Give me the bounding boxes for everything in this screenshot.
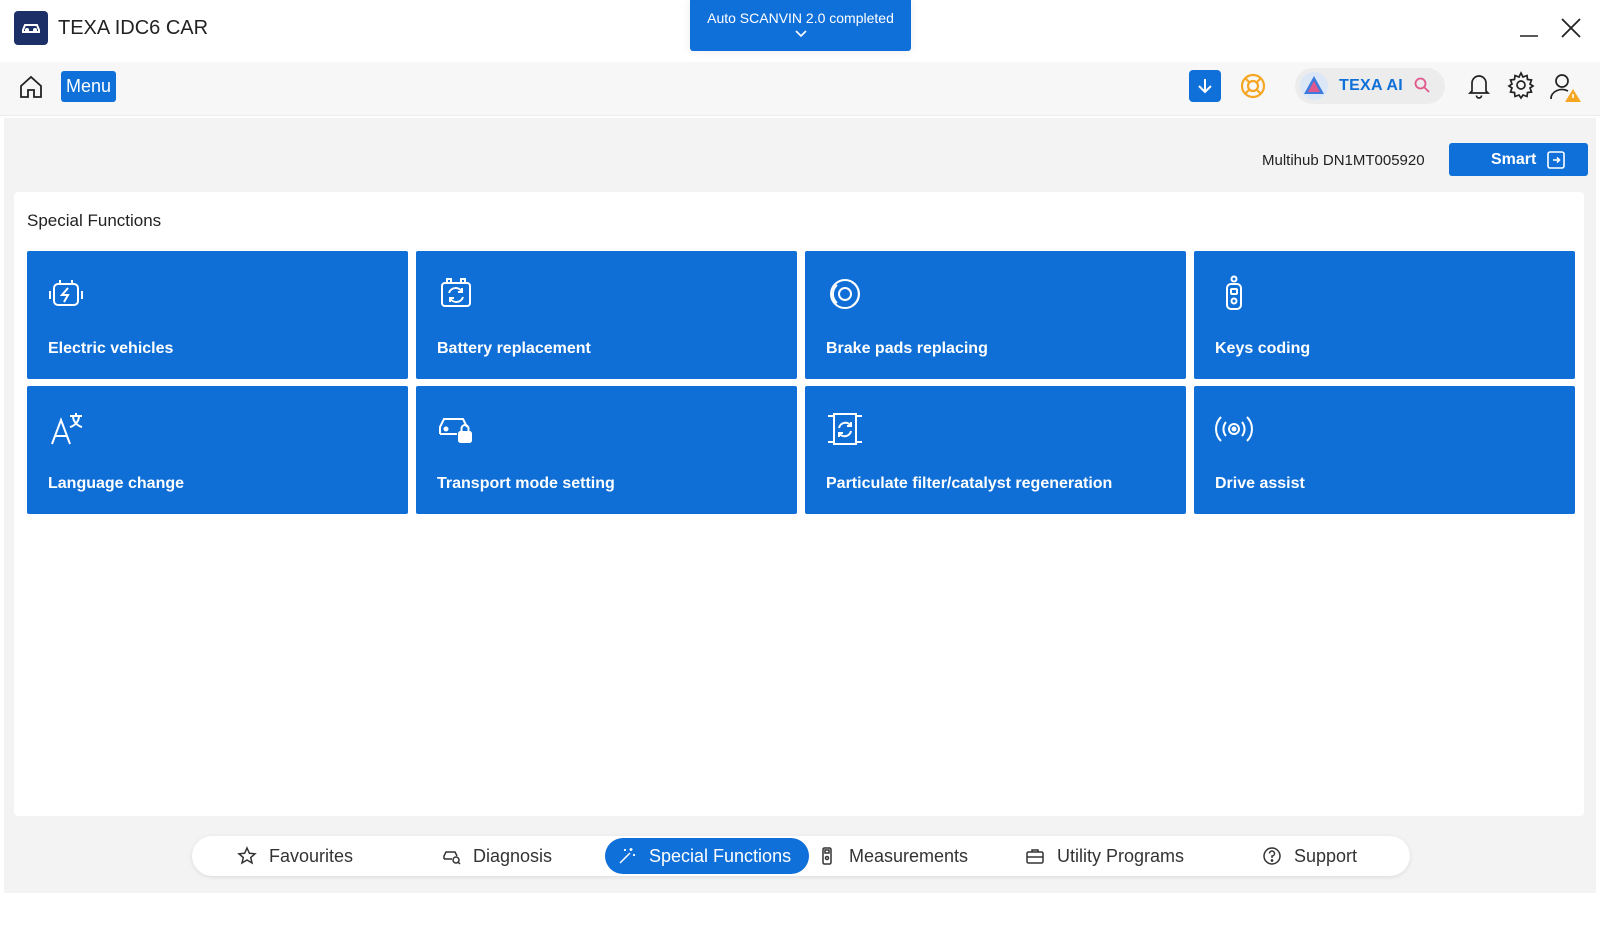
scanvin-banner-text: Auto SCANVIN 2.0 completed — [707, 10, 894, 26]
nav-label: Support — [1294, 845, 1358, 866]
smart-connect-icon — [1547, 151, 1565, 169]
multimeter-icon — [822, 847, 832, 865]
electric-vehicle-icon — [49, 280, 83, 306]
toolbox-icon — [1026, 849, 1044, 864]
app-logo-icon — [14, 11, 48, 45]
nav-utility-programs[interactable]: Utility Programs — [1025, 838, 1184, 874]
tile-label: Keys coding — [1215, 340, 1311, 357]
smart-button[interactable]: Smart — [1449, 143, 1588, 176]
magic-wand-icon — [619, 848, 635, 864]
tile-battery-replacement[interactable]: Battery replacement — [416, 251, 797, 379]
car-key-icon — [1226, 275, 1242, 310]
nav-favourites[interactable]: Favourites — [237, 838, 353, 874]
language-icon — [51, 413, 83, 445]
scanvin-banner[interactable]: Auto SCANVIN 2.0 completed — [690, 0, 911, 51]
nav-label: Diagnosis — [473, 845, 553, 866]
tile-brake-pads-replacing[interactable]: Brake pads replacing — [805, 251, 1186, 379]
home-icon[interactable] — [16, 72, 46, 102]
nav-label: Special Functions — [649, 845, 792, 866]
drive-assist-icon — [1215, 416, 1253, 442]
tile-label: Electric vehicles — [48, 340, 174, 357]
lifebuoy-icon[interactable] — [1238, 71, 1268, 101]
tile-transport-mode-setting[interactable]: Transport mode setting — [416, 386, 797, 514]
bottom-nav: Favourites Diagnosis Special Functions M… — [192, 836, 1410, 876]
battery-icon — [441, 278, 471, 307]
smart-button-label: Smart — [1491, 151, 1537, 168]
tile-label: Drive assist — [1215, 475, 1305, 492]
title-bar: TEXA IDC6 CAR Auto SCANVIN 2.0 completed — [0, 0, 1600, 54]
chevron-down-icon — [794, 30, 807, 38]
nav-label: Measurements — [849, 845, 969, 866]
section-title: Special Functions — [27, 211, 162, 230]
nav-special-functions[interactable]: Special Functions — [605, 838, 810, 874]
nav-diagnosis[interactable]: Diagnosis — [441, 838, 552, 874]
arrow-down-icon — [1198, 79, 1212, 94]
tile-label: Battery replacement — [437, 340, 591, 357]
tile-particulate-filter-regeneration[interactable]: Particulate filter/catalyst regeneration — [805, 386, 1186, 514]
minimize-button[interactable] — [1518, 20, 1540, 42]
bell-icon[interactable] — [1464, 70, 1494, 100]
texa-ai-search[interactable]: TEXA AI — [1295, 68, 1445, 104]
close-button[interactable] — [1559, 16, 1583, 40]
tile-drive-assist[interactable]: Drive assist — [1194, 386, 1575, 514]
help-icon — [1263, 847, 1281, 865]
menu-button[interactable]: Menu — [61, 71, 117, 102]
device-label: Multihub DN1MT005920 — [1262, 152, 1425, 169]
texa-ai-label: TEXA AI — [1339, 77, 1404, 94]
toolbar: Menu TEXA AI — [0, 62, 1600, 116]
search-icon — [1414, 77, 1430, 93]
nav-label: Utility Programs — [1057, 845, 1185, 866]
brake-pad-icon — [830, 279, 860, 309]
gear-icon[interactable] — [1506, 70, 1536, 100]
tile-label: Particulate filter/catalyst regeneration — [826, 475, 1113, 492]
filter-regeneration-icon — [828, 413, 862, 445]
car-diagnosis-icon — [443, 851, 461, 865]
app-title: TEXA IDC6 CAR — [58, 17, 209, 39]
user-warning-icon[interactable] — [1548, 70, 1582, 104]
nav-support[interactable]: Support — [1262, 838, 1357, 874]
nav-label: Favourites — [269, 845, 354, 866]
tile-language-change[interactable]: Language change — [27, 386, 408, 514]
transport-mode-icon — [439, 418, 472, 443]
tile-label: Brake pads replacing — [826, 340, 988, 357]
tile-label: Language change — [48, 475, 185, 492]
nav-measurements[interactable]: Measurements — [817, 838, 968, 874]
star-icon — [237, 846, 257, 865]
texa-ai-logo-icon — [1300, 72, 1328, 100]
app-window: TEXA IDC6 CAR Auto SCANVIN 2.0 completed… — [0, 0, 1600, 949]
tile-electric-vehicles[interactable]: Electric vehicles — [27, 251, 408, 379]
tile-label: Transport mode setting — [437, 475, 615, 492]
download-button[interactable] — [1189, 70, 1221, 102]
tile-keys-coding[interactable]: Keys coding — [1194, 251, 1575, 379]
